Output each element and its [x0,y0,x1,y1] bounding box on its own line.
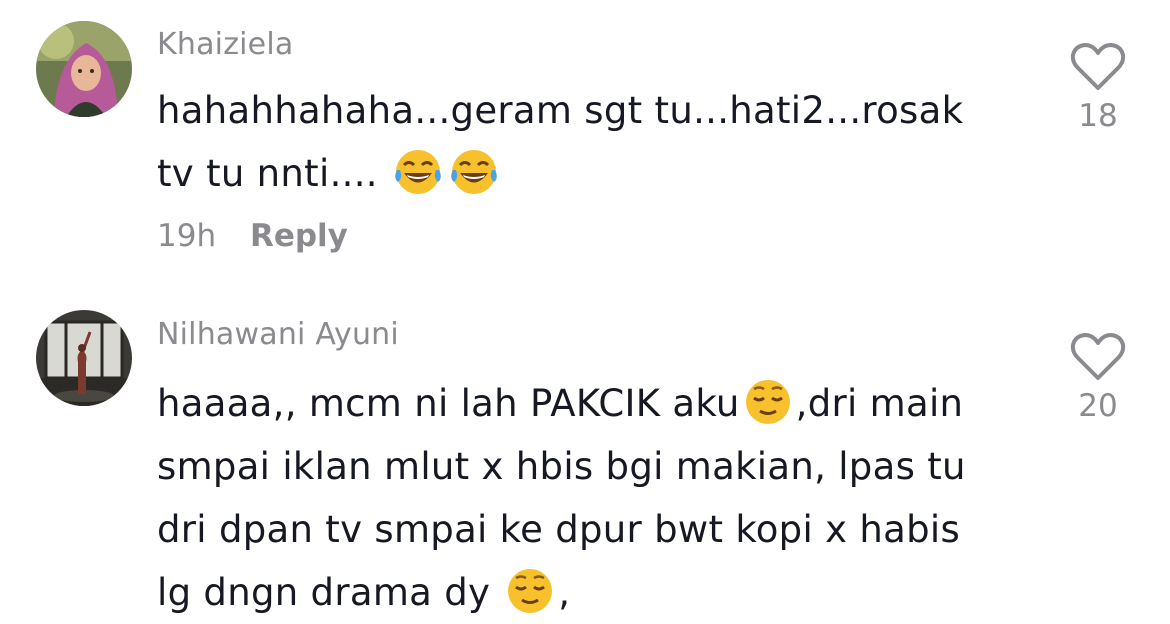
relieved-face-emoji [508,569,553,613]
like-button[interactable]: 18 [1062,42,1134,134]
comment-text-line: dri dpan tv smpai ke dpur bwt kopi x hab… [157,508,961,551]
comment-text-segment: haaaa,, mcm ni lah PAKCIK aku [157,382,740,425]
avatar[interactable] [36,21,132,117]
heart-icon[interactable] [1070,42,1126,92]
relieved-face-emoji [745,380,790,424]
comment-username[interactable]: Khaiziela [157,27,293,62]
comment-item: Khaiziela hahahhahaha...geram sgt tu...h… [0,0,1170,290]
comment-meta: 19h Reply [157,218,348,254]
comment-item: Nilhawani Ayuni haaaa,, mcm ni lah PAKCI… [0,290,1170,619]
comment-text-line: lg dngn drama dy [157,571,503,614]
like-button[interactable]: 20 [1062,332,1134,424]
comment-text: haaaa,, mcm ni lah PAKCIK aku ,dri main … [157,372,1017,624]
comment-text-line: tv tu nnti.... [157,152,378,195]
laughing-with-tears-emoji [395,150,441,194]
comment-text-segment: ,dri main [795,382,964,425]
reply-button[interactable]: Reply [250,218,348,254]
like-count: 20 [1078,388,1118,424]
comment-text-segment: , [558,571,571,614]
laughing-with-tears-emoji [451,150,497,194]
comment-timestamp: 19h [157,218,217,254]
comment-text-line: hahahhahaha...geram sgt tu...hati2...ros… [157,89,964,132]
like-count: 18 [1078,98,1118,134]
comment-text: hahahhahaha...geram sgt tu...hati2...ros… [157,79,1017,205]
comment-text-line: smpai iklan mlut x hbis bgi makian, lpas… [157,445,966,488]
comment-username[interactable]: Nilhawani Ayuni [157,317,399,352]
heart-icon[interactable] [1070,332,1126,382]
avatar[interactable] [36,310,132,406]
